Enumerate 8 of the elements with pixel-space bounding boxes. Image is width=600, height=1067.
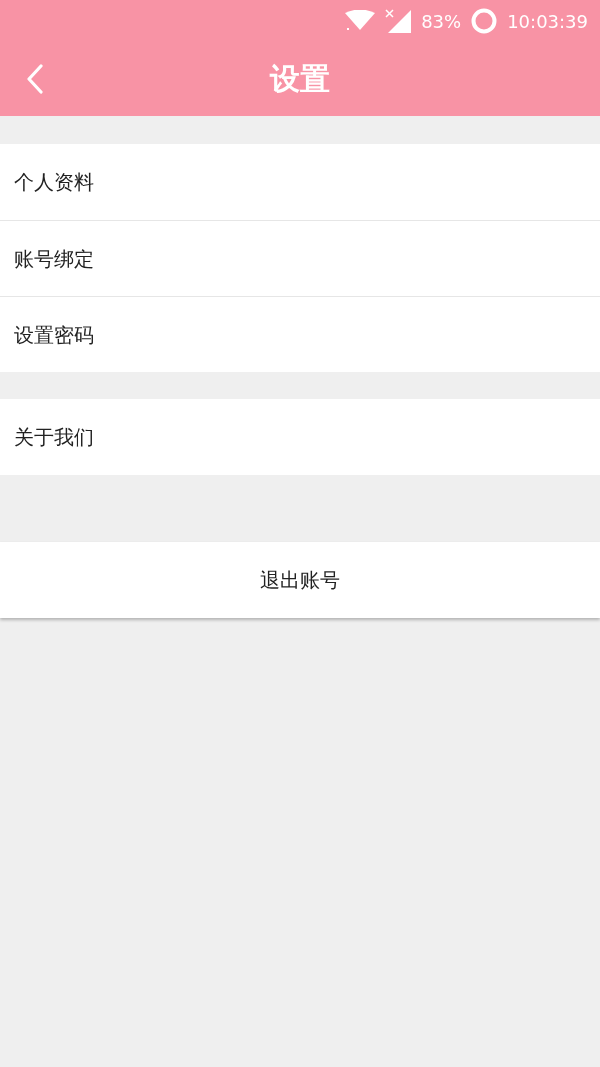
wifi-icon — [345, 10, 376, 32]
logout-button[interactable]: 退出账号 — [0, 542, 600, 618]
signal-icon — [385, 9, 412, 33]
back-chevron-icon — [27, 64, 43, 94]
page-title: 设置 — [270, 64, 330, 94]
battery-percentage: 83% — [421, 9, 462, 34]
battery-ring-icon — [471, 8, 498, 34]
clock-time: 10:03:39 — [507, 9, 588, 34]
